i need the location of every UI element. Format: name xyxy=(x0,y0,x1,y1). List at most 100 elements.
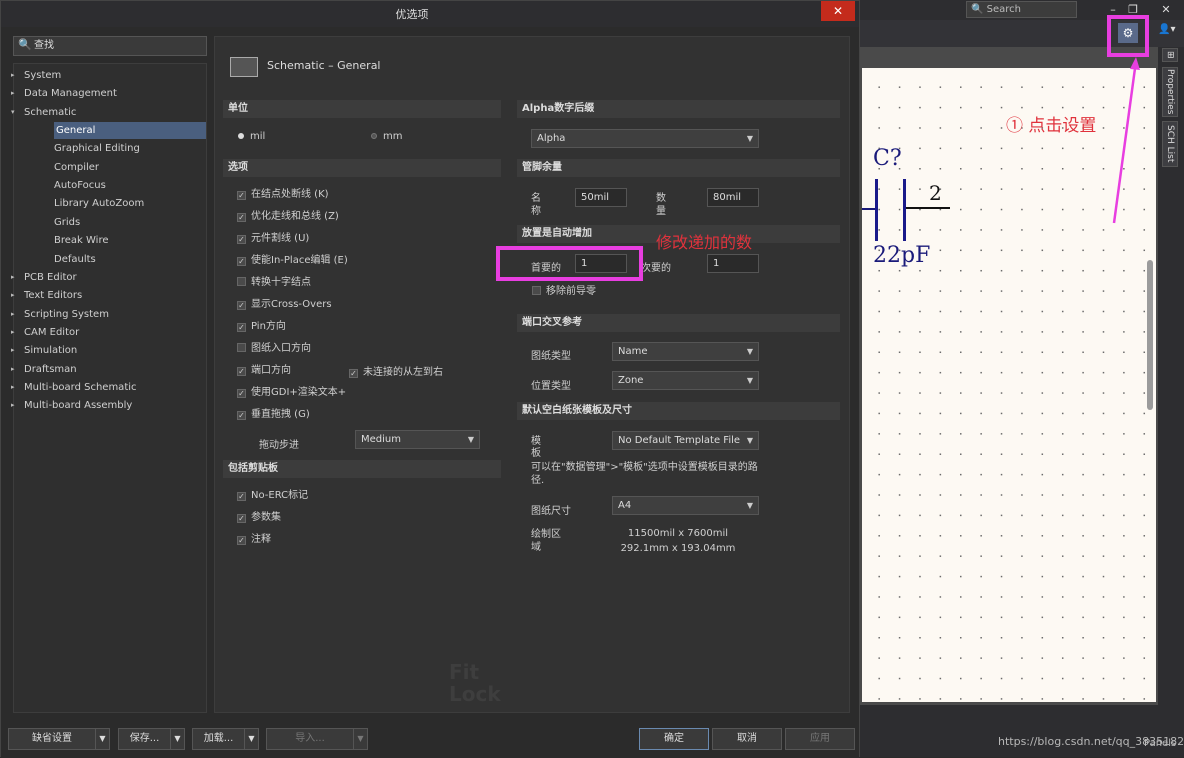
checkbox-box[interactable]: ✓ xyxy=(237,323,246,332)
checkbox-clipboard[interactable]: ✓ 参数集 xyxy=(237,511,281,524)
checkbox-option[interactable]: ✓ 优化走线和总线 (Z) xyxy=(237,210,339,223)
ok-button[interactable]: 确定 xyxy=(639,728,709,750)
user-icon[interactable]: 👤▾ xyxy=(1158,24,1180,42)
pin-name-margin-input[interactable]: 50mil xyxy=(575,188,627,207)
tab-sch-list[interactable]: SCH List xyxy=(1162,121,1178,167)
checkbox-option[interactable]: ✓ 端口方向 xyxy=(237,364,291,377)
checkbox-box[interactable]: ✓ xyxy=(237,514,246,523)
app-search-input[interactable]: 🔍 Search xyxy=(966,1,1077,18)
draw-area-mm: 292.1mm x 193.04mm xyxy=(620,543,736,554)
load-button[interactable]: 加载... xyxy=(192,728,245,750)
checkbox-box[interactable] xyxy=(237,277,246,286)
checkbox-box[interactable] xyxy=(237,343,246,352)
tree-item[interactable]: ▸ Multi-board Schematic xyxy=(11,379,137,396)
tree-item[interactable]: ▸ Simulation xyxy=(11,342,77,359)
save-button[interactable]: 保存... xyxy=(118,728,171,750)
chevron-right-icon[interactable]: ▸ xyxy=(11,287,15,304)
checkbox-box[interactable]: ✓ xyxy=(237,213,246,222)
chevron-right-icon[interactable]: ▸ xyxy=(11,306,15,323)
checkbox-clipboard[interactable]: ✓ 注释 xyxy=(237,533,271,546)
tree-item[interactable]: Graphical Editing xyxy=(54,140,140,157)
chevron-right-icon[interactable]: ▸ xyxy=(11,361,15,378)
sheet-size-dropdown[interactable]: A4 ▼ xyxy=(612,496,759,515)
sheet-type-dropdown[interactable]: Name ▼ xyxy=(612,342,759,361)
chevron-right-icon[interactable]: ▸ xyxy=(11,324,15,341)
checkbox-option[interactable]: ✓ 使用GDI+渲染文本+ xyxy=(237,386,346,399)
close-icon[interactable]: ✕ xyxy=(1157,2,1175,18)
checkbox-option[interactable]: ✓ 使能In-Place编辑 (E) xyxy=(237,254,348,267)
checkbox-box[interactable]: ✓ xyxy=(349,369,358,378)
tab-properties[interactable]: Properties xyxy=(1162,67,1178,117)
defaults-dropdown-arrow[interactable]: ▼ xyxy=(95,728,110,750)
chevron-right-icon[interactable]: ▸ xyxy=(11,342,15,359)
section-alpha-suffix: Alpha数字后缀 xyxy=(517,100,840,118)
checkbox-box[interactable]: ✓ xyxy=(237,389,246,398)
load-dropdown-arrow[interactable]: ▼ xyxy=(244,728,259,750)
save-dropdown-arrow[interactable]: ▼ xyxy=(170,728,185,750)
checkbox-option[interactable]: ✓ 在结点处断线 (K) xyxy=(237,188,329,201)
template-dropdown[interactable]: No Default Template File ▼ xyxy=(612,431,759,450)
import-button[interactable]: 导入... xyxy=(266,728,354,750)
checkbox-option[interactable]: 转换十字结点 xyxy=(237,276,311,289)
tree-item[interactable]: ▸ Multi-board Assembly xyxy=(11,397,132,414)
radio-mil[interactable]: mil xyxy=(238,131,265,142)
tree-item[interactable]: ▸ Draftsman xyxy=(11,361,77,378)
cancel-button[interactable]: 取消 xyxy=(712,728,782,750)
tree-item[interactable]: AutoFocus xyxy=(54,177,106,194)
tree-item[interactable]: Library AutoZoom xyxy=(54,195,144,212)
checkbox-box[interactable]: ✓ xyxy=(237,301,246,310)
chevron-down-icon[interactable]: ▾ xyxy=(11,104,15,121)
drag-step-dropdown[interactable]: Medium ▼ xyxy=(355,430,480,449)
checkbox-option[interactable]: ✓ Pin方向 xyxy=(237,320,286,333)
checkbox-option[interactable]: ✓ 元件割线 (U) xyxy=(237,232,309,245)
tree-item[interactable]: General xyxy=(54,122,206,140)
tree-item[interactable]: ▸ Text Editors xyxy=(11,287,82,304)
tree-item[interactable]: Break Wire xyxy=(54,232,109,249)
checkbox-option[interactable]: 图纸入口方向 xyxy=(237,342,311,355)
checkbox-box[interactable] xyxy=(532,286,541,295)
tree-item[interactable]: ▾ Schematic xyxy=(11,104,76,121)
import-dropdown-arrow[interactable]: ▼ xyxy=(353,728,368,750)
chevron-right-icon[interactable]: ▸ xyxy=(11,379,15,396)
checkbox-remove-leading-zeros[interactable]: 移除前导零 xyxy=(532,285,596,298)
chevron-right-icon[interactable]: ▸ xyxy=(11,269,15,286)
checkbox-option[interactable]: ✓ 显示Cross-Overs xyxy=(237,298,332,311)
checkbox-clipboard[interactable]: ✓ No-ERC标记 xyxy=(237,489,308,502)
checkbox-box[interactable]: ✓ xyxy=(237,367,246,376)
checkbox-box[interactable]: ✓ xyxy=(237,492,246,501)
checkbox-option[interactable]: ✓ 垂直拖拽 (G) xyxy=(237,408,310,421)
apply-button[interactable]: 应用 xyxy=(785,728,855,750)
chevron-right-icon[interactable]: ▸ xyxy=(11,85,15,102)
checkbox-box[interactable]: ✓ xyxy=(237,536,246,545)
checkbox-label: No-ERC标记 xyxy=(251,490,309,501)
tree-item[interactable]: ▸ CAM Editor xyxy=(11,324,79,341)
pin-panel-icon[interactable]: ⊞ xyxy=(1162,48,1178,62)
chevron-right-icon[interactable]: ▸ xyxy=(11,397,15,414)
tree-item-label: Compiler xyxy=(54,161,100,173)
radio-mm[interactable]: mm xyxy=(371,131,402,142)
tree-item[interactable]: Grids xyxy=(54,214,80,231)
preferences-search-input[interactable]: 查找 xyxy=(13,36,207,56)
highlight-box-primary xyxy=(496,246,643,281)
checkbox-box[interactable]: ✓ xyxy=(237,235,246,244)
tree-item[interactable]: ▸ Scripting System xyxy=(11,306,109,323)
tree-item[interactable]: ▸ System xyxy=(11,67,61,84)
dialog-close-button[interactable]: ✕ xyxy=(821,1,855,21)
chevron-right-icon[interactable]: ▸ xyxy=(11,67,15,84)
tree-item-label: Draftsman xyxy=(24,363,77,375)
pin-number-margin-input[interactable]: 80mil xyxy=(707,188,759,207)
checkbox-box[interactable]: ✓ xyxy=(237,257,246,266)
tree-item[interactable]: Compiler xyxy=(54,159,99,176)
alpha-suffix-dropdown[interactable]: Alpha ▼ xyxy=(531,129,759,148)
canvas-scrollbar[interactable] xyxy=(1147,260,1153,410)
tree-item[interactable]: ▸ PCB Editor xyxy=(11,269,77,286)
checkbox-box[interactable]: ✓ xyxy=(237,191,246,200)
tree-item-label: Scripting System xyxy=(24,308,109,320)
tree-item[interactable]: ▸ Data Management xyxy=(11,85,117,102)
checkbox-unconnected-left-right[interactable]: ✓ 未连接的从左到右 xyxy=(349,366,443,379)
checkbox-box[interactable]: ✓ xyxy=(237,411,246,420)
location-type-dropdown[interactable]: Zone ▼ xyxy=(612,371,759,390)
secondary-increment-input[interactable]: 1 xyxy=(707,254,759,273)
defaults-button[interactable]: 缺省设置 xyxy=(8,728,96,750)
tree-item[interactable]: Defaults xyxy=(54,251,96,268)
